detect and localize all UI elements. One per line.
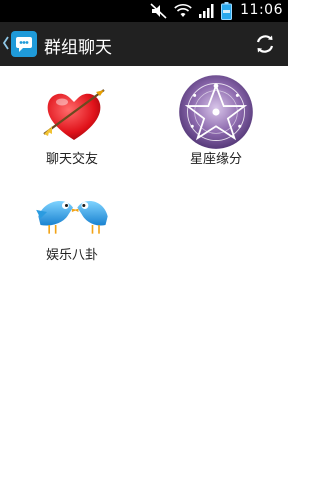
grid-item-entertainment[interactable]: 娱乐八卦 — [0, 186, 144, 266]
chat-app-icon[interactable] — [11, 31, 37, 57]
screen: 11:06 群组聊天 聊天交友 星座缘分 娱乐八卦 — [0, 0, 288, 480]
back-caret-icon[interactable] — [3, 36, 9, 50]
grid-item-label: 星座缘分 — [189, 152, 242, 167]
mute-icon — [150, 3, 167, 19]
action-bar: 群组聊天 — [0, 22, 288, 66]
grid-item-label: 娱乐八卦 — [45, 248, 98, 263]
zodiac-pentagram-icon — [179, 75, 253, 149]
status-bar: 11:06 — [0, 0, 288, 22]
kissing-birds-icon — [36, 201, 108, 234]
page-title: 群组聊天 — [44, 38, 112, 58]
signal-icon — [199, 4, 214, 18]
heart-arrow-icon — [43, 89, 105, 140]
grid-item-label: 聊天交友 — [45, 152, 98, 167]
chat-bubble-icon — [16, 37, 32, 52]
battery-icon — [221, 2, 232, 20]
status-time: 11:06 — [240, 2, 283, 18]
grid-item-zodiac[interactable]: 星座缘分 — [144, 74, 288, 168]
grid-item-chat-friends[interactable]: 聊天交友 — [0, 84, 144, 168]
wifi-icon — [174, 4, 192, 17]
refresh-icon[interactable] — [254, 33, 276, 55]
